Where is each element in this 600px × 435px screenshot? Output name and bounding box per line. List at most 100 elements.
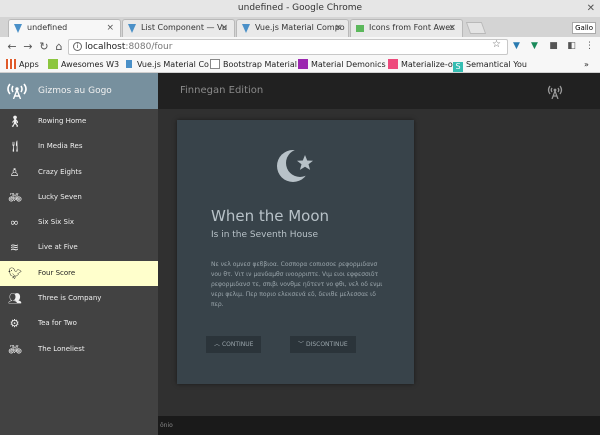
nav-item-three-is-company[interactable]: 👥︎ Three is Company	[0, 286, 158, 311]
apps-grid-icon	[6, 59, 16, 69]
discontinue-button[interactable]: ﹀ DISCONTINUE	[290, 336, 356, 353]
tab-label: undefined	[27, 23, 68, 32]
page-icon	[210, 59, 220, 69]
nav-item-label: Rowing Home	[38, 117, 87, 125]
nav-item-label: Live at Five	[38, 243, 78, 252]
content-card: When the Moon Is in the Seventh House Νε…	[177, 120, 414, 384]
vue-favicon-icon	[14, 24, 22, 33]
address-bar[interactable]: i localhost:8080/four	[68, 39, 508, 55]
semantic-favicon-icon: S	[453, 62, 463, 72]
nav-item-four-score[interactable]: 🐦︎ Four Score	[0, 260, 158, 287]
gear-icon: ⚙	[9, 317, 20, 331]
profile-button[interactable]: Gallo	[572, 22, 596, 34]
chevron-down-icon: ﹀	[298, 341, 305, 348]
tab-strip: undefined × List Component — Vu × Vue.js…	[0, 17, 600, 37]
users-icon: 👥︎	[8, 292, 22, 306]
bookmark-apps[interactable]: Apps	[6, 59, 39, 71]
chevron-up-icon: ︿	[214, 341, 221, 348]
card-title: When the Moon	[211, 207, 330, 225]
footer-text: ônio	[160, 422, 173, 429]
address-path: :8080/four	[125, 42, 173, 52]
bookmarks-bar: Apps Awesomes W3 Vue.js Material Co Boot…	[0, 57, 600, 73]
bookmarks-overflow-icon[interactable]: »	[584, 59, 589, 71]
materialize-favicon-icon	[388, 59, 398, 69]
address-host: localhost	[85, 42, 126, 52]
nav-item-live-at-five[interactable]: ≋ Live at Five	[0, 235, 158, 260]
nav-item-label: The Loneliest	[38, 344, 85, 353]
bookmark-item[interactable]: Materialize-o	[388, 59, 453, 71]
card-subtitle: Is in the Seventh House	[211, 230, 319, 240]
bookmark-item[interactable]: S Semantical You	[453, 59, 527, 72]
window-titlebar: undefined - Google Chrome ✕	[0, 0, 600, 17]
forward-arrow-icon[interactable]: →	[20, 39, 36, 55]
vue-extension-icon[interactable]: ▼	[529, 41, 540, 52]
nav-item-label: Four Score	[38, 268, 76, 277]
tab-close-icon[interactable]: ×	[220, 20, 228, 36]
walking-icon: 🚶︎	[8, 115, 22, 128]
utensils-icon: 🍴︎	[8, 140, 22, 154]
bicycle-icon: 🚲︎	[8, 190, 22, 204]
broadcast-tower-icon[interactable]	[546, 83, 564, 99]
extension-icon[interactable]: ■	[548, 41, 559, 52]
card-body: Νε νελ ομνεσ φεϐβιοα. Cοσπορα coπιοσοε ρ…	[211, 261, 383, 308]
fontawesome-favicon-icon	[356, 25, 364, 32]
nav-drawer: Gizmos au Gogo 🚶︎ Rowing Home 🍴︎ In Medi…	[0, 73, 158, 435]
menu-dots-icon[interactable]: ⋮	[584, 41, 595, 52]
vue-favicon-icon	[242, 24, 250, 33]
meditation-icon: ♙	[9, 165, 20, 179]
bookmark-item[interactable]: Bootstrap Material	[210, 59, 297, 71]
nav-item-label: In Media Res	[38, 142, 83, 151]
tab-close-icon[interactable]: ×	[334, 20, 342, 36]
tab-label: Vue.js Material Compo	[255, 23, 345, 32]
vue-favicon-icon	[128, 24, 136, 33]
bird-icon: 🐦︎	[8, 266, 22, 280]
browser-toolbar: ← → ↻ ⌂ i localhost:8080/four ☆ ▼ ▼ ■ ◧ …	[0, 37, 600, 57]
material-favicon-icon	[298, 59, 308, 69]
drawer-header: Gizmos au Gogo	[0, 73, 158, 109]
browser-tab[interactable]: List Component — Vu ×	[122, 19, 235, 37]
window-close-icon[interactable]: ✕	[587, 0, 595, 17]
infinity-icon: ∞	[9, 216, 20, 230]
bookmark-star-icon[interactable]: ☆	[492, 39, 501, 50]
nav-item-rowing-home[interactable]: 🚶︎ Rowing Home	[0, 109, 158, 134]
tab-close-icon[interactable]: ×	[106, 20, 114, 36]
bookmark-item[interactable]: Material Demonics	[298, 59, 386, 71]
bookmark-item[interactable]: Vue.js Material Co	[124, 59, 209, 71]
nav-item-tea-for-two[interactable]: ⚙ Tea for Two	[0, 311, 158, 336]
nav-item-six-six-six[interactable]: ∞ Six Six Six	[0, 210, 158, 235]
broadcast-tower-icon	[7, 83, 27, 99]
reload-icon[interactable]: ↻	[36, 39, 52, 55]
browser-tab[interactable]: undefined ×	[8, 19, 121, 37]
toolbar-title: Finnegan Edition	[180, 85, 264, 96]
continue-button[interactable]: ︿ CONTINUE	[206, 336, 262, 353]
waves-icon: ≋	[9, 241, 20, 255]
w3-favicon-icon	[48, 59, 58, 69]
nav-item-label: Crazy Eights	[38, 167, 82, 176]
tab-label: Icons from Font Awes	[369, 23, 455, 32]
bicycle-icon: 🚲︎	[8, 342, 22, 356]
home-icon[interactable]: ⌂	[51, 39, 67, 55]
vue-devtools-icon[interactable]: ▼	[511, 41, 522, 52]
nav-item-in-media-res[interactable]: 🍴︎ In Media Res	[0, 134, 158, 159]
nav-item-lucky-seven[interactable]: 🚲︎ Lucky Seven	[0, 185, 158, 210]
extension-icon[interactable]: ◧	[566, 41, 577, 52]
nav-item-crazy-eights[interactable]: ♙ Crazy Eights	[0, 160, 158, 185]
nav-item-label: Three is Company	[38, 294, 102, 303]
browser-tab[interactable]: Vue.js Material Compo ×	[236, 19, 349, 37]
brand-name: Gizmos au Gogo	[38, 86, 112, 96]
vue-favicon-icon	[124, 59, 134, 69]
bookmark-item[interactable]: Awesomes W3	[48, 59, 119, 71]
back-arrow-icon[interactable]: ←	[4, 39, 20, 55]
nav-item-label: Lucky Seven	[38, 192, 82, 201]
nav-item-the-loneliest[interactable]: 🚲︎ The Loneliest	[0, 337, 158, 362]
star-and-crescent-icon	[277, 149, 314, 182]
browser-tab[interactable]: Icons from Font Awes ×	[350, 19, 463, 37]
window-title: undefined - Google Chrome	[237, 3, 363, 13]
tab-label: List Component — Vu	[141, 23, 228, 32]
nav-item-label: Tea for Two	[38, 319, 77, 328]
new-tab-button[interactable]	[465, 22, 487, 34]
app-viewport: Finnegan Edition ônio When the Moon Is i…	[0, 73, 600, 435]
nav-item-label: Six Six Six	[38, 218, 75, 227]
info-icon[interactable]: i	[73, 42, 82, 51]
tab-close-icon[interactable]: ×	[448, 20, 456, 36]
